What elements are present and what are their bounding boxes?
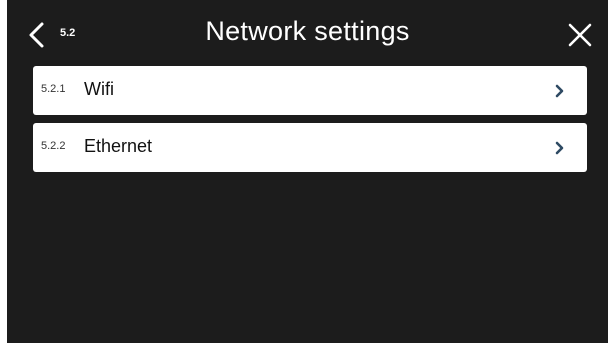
menu-item-wifi[interactable]: 5.2.1 Wifi xyxy=(33,66,587,115)
header-bar: 5.2 Network settings xyxy=(7,0,608,64)
menu-item-number: 5.2.1 xyxy=(41,83,66,95)
menu-item-number: 5.2.2 xyxy=(41,140,66,152)
close-icon xyxy=(568,23,592,47)
close-button[interactable] xyxy=(567,22,593,48)
menu-item-ethernet[interactable]: 5.2.2 Ethernet xyxy=(33,123,587,172)
network-settings-screen: 5.2 Network settings 5.2.1 Wifi 5.2.2 Et… xyxy=(7,0,608,343)
chevron-right-icon xyxy=(555,84,565,98)
menu-item-label: Ethernet xyxy=(84,136,153,156)
menu-list: 5.2.1 Wifi 5.2.2 Ethernet xyxy=(33,66,587,180)
page-title: Network settings xyxy=(205,16,410,46)
menu-item-label: Wifi xyxy=(84,79,114,99)
chevron-right-icon xyxy=(555,141,565,155)
